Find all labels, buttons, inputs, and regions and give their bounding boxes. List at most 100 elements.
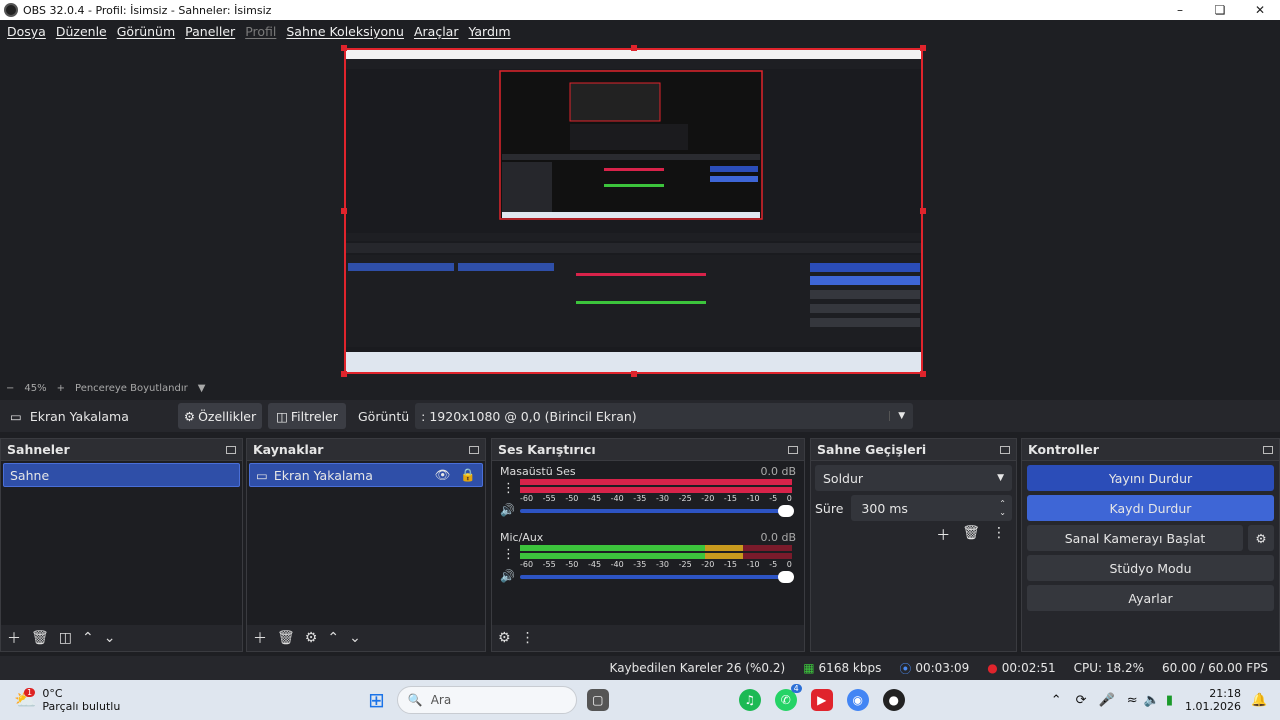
- menu-paneller[interactable]: Paneller: [180, 24, 240, 39]
- resize-handle[interactable]: [920, 45, 926, 51]
- speaker-icon[interactable]: 🔊: [500, 503, 515, 517]
- resize-handle[interactable]: [341, 45, 347, 51]
- media-app-icon[interactable]: ▶: [810, 689, 833, 711]
- menu-dosya[interactable]: Dosya: [2, 24, 51, 39]
- resize-handle[interactable]: [631, 45, 637, 51]
- settings-button[interactable]: Ayarlar: [1027, 585, 1274, 611]
- sync-icon[interactable]: ⟳: [1076, 693, 1087, 708]
- windows-start-icon[interactable]: ⊞: [368, 688, 385, 712]
- menu-yardim[interactable]: Yardım: [463, 24, 515, 39]
- sources-toolbar: ＋ 🗑 ⚙ ⌃ ⌄: [247, 625, 485, 651]
- volume-knob[interactable]: [778, 571, 794, 583]
- gear-icon[interactable]: ⚙: [305, 630, 318, 646]
- weather-widget[interactable]: ⛅ 1 0°C Parçalı bulutlu: [0, 687, 200, 713]
- resize-handle[interactable]: [920, 208, 926, 214]
- transitions-body: Soldur ▼ Süre 300 ms ⌃ ⌄ ＋ 🗑 ⋮: [811, 461, 1016, 625]
- volume-slider[interactable]: [520, 505, 794, 517]
- minimize-icon[interactable]: –: [1160, 0, 1200, 20]
- menu-sahne-koleksiyonu[interactable]: Sahne Koleksiyonu: [281, 24, 409, 39]
- lock-icon[interactable]: 🔒: [460, 467, 476, 483]
- stop-record-button[interactable]: Kaydı Durdur: [1027, 495, 1274, 521]
- trash-icon[interactable]: 🗑: [277, 630, 295, 646]
- zoom-out-button[interactable]: −: [6, 383, 14, 394]
- chevron-up-icon[interactable]: ⌃: [82, 630, 94, 646]
- chevron-down-icon[interactable]: ⌄: [104, 630, 116, 646]
- controls-dock: Kontroller Yayını Durdur Kaydı Durdur Sa…: [1021, 438, 1280, 652]
- notification-bell-icon[interactable]: 🔔: [1251, 693, 1267, 708]
- chrome-icon[interactable]: ◉: [846, 689, 869, 711]
- source-item[interactable]: ▭ Ekran Yakalama 👁 🔒: [249, 463, 483, 487]
- kebab-menu-icon[interactable]: ⋮: [521, 630, 535, 646]
- trash-icon[interactable]: 🗑: [31, 630, 49, 646]
- volume-slider[interactable]: [520, 571, 794, 583]
- properties-button[interactable]: ⚙ Özellikler: [178, 403, 262, 429]
- chevron-up-icon[interactable]: ⌃: [327, 630, 339, 646]
- obs-taskbar-icon[interactable]: ●: [882, 689, 905, 711]
- scenes-title: Sahneler: [7, 442, 70, 457]
- add-icon[interactable]: ＋: [7, 628, 21, 648]
- resize-handle[interactable]: [341, 371, 347, 377]
- start-virtual-camera-button[interactable]: Sanal Kamerayı Başlat: [1027, 525, 1243, 551]
- channel-name: Masaüstü Ses: [500, 465, 576, 478]
- resize-handle[interactable]: [920, 371, 926, 377]
- resize-handle[interactable]: [631, 371, 637, 377]
- trash-icon[interactable]: 🗑: [962, 525, 980, 545]
- spin-arrows-icon[interactable]: ⌃ ⌄: [999, 499, 1006, 517]
- undock-icon[interactable]: [226, 445, 236, 454]
- menu-araclar[interactable]: Araçlar: [409, 24, 464, 39]
- virtual-camera-gear-icon[interactable]: ⚙: [1248, 525, 1274, 551]
- resize-handle[interactable]: [341, 208, 347, 214]
- transition-select[interactable]: Soldur ▼: [815, 465, 1012, 491]
- kebab-menu-icon[interactable]: ⋮: [502, 481, 515, 496]
- whatsapp-icon[interactable]: ✆ 4: [774, 684, 802, 711]
- filter-icon[interactable]: ◫: [59, 630, 72, 646]
- task-view-icon[interactable]: ▢: [586, 689, 609, 711]
- undock-icon[interactable]: [469, 445, 479, 454]
- clock[interactable]: 21:18 1.01.2026: [1185, 687, 1241, 713]
- maximize-icon[interactable]: ❏: [1200, 0, 1240, 20]
- chevron-down-icon[interactable]: ⌄: [349, 630, 361, 646]
- chevron-up-icon[interactable]: ⌃: [1051, 693, 1062, 708]
- undock-icon[interactable]: [1263, 445, 1273, 454]
- kebab-menu-icon[interactable]: ⋮: [502, 547, 515, 562]
- taskbar-search[interactable]: 🔍 Ara: [396, 686, 577, 714]
- preview-area[interactable]: [0, 42, 1280, 380]
- add-icon[interactable]: ＋: [936, 525, 950, 545]
- display-select[interactable]: : 1920x1080 @ 0,0 (Birincil Ekran) ▼: [415, 403, 914, 429]
- channel-db: 0.0 dB: [760, 465, 796, 478]
- scenes-toolbar: ＋ 🗑 ◫ ⌃ ⌄: [1, 625, 242, 651]
- wifi-icon[interactable]: ≈: [1127, 693, 1138, 708]
- menu-gorunum[interactable]: Görünüm: [112, 24, 180, 39]
- fit-to-window-label[interactable]: Pencereye Boyutlandır: [75, 383, 188, 394]
- eye-icon[interactable]: 👁: [435, 467, 451, 483]
- chevron-down-icon[interactable]: ▼: [198, 383, 206, 394]
- stop-stream-button[interactable]: Yayını Durdur: [1027, 465, 1274, 491]
- menu-duzenle[interactable]: Düzenle: [51, 24, 112, 39]
- microphone-icon[interactable]: 🎤: [1099, 693, 1115, 708]
- studio-mode-button[interactable]: Stüdyo Modu: [1027, 555, 1274, 581]
- weather-desc: Parçalı bulutlu: [42, 700, 121, 713]
- scene-item[interactable]: Sahne: [3, 463, 240, 487]
- monitor-icon: ▭: [10, 408, 22, 424]
- advanced-audio-gear-icon[interactable]: ⚙: [498, 630, 511, 646]
- zoom-in-button[interactable]: +: [57, 383, 65, 394]
- add-icon[interactable]: ＋: [253, 628, 267, 648]
- dropped-frames: Kaybedilen Kareler 26 (%0.2): [609, 661, 786, 675]
- undock-icon[interactable]: [788, 445, 798, 454]
- fps: 60.00 / 60.00 FPS: [1162, 661, 1268, 675]
- volume-knob[interactable]: [778, 505, 794, 517]
- speaker-icon[interactable]: 🔊: [500, 569, 515, 583]
- kebab-menu-icon[interactable]: ⋮: [992, 525, 1006, 545]
- preview-source-frame[interactable]: [344, 48, 923, 374]
- title-bar: OBS 32.0.4 - Profil: İsimsiz - Sahneler:…: [0, 0, 1280, 20]
- undock-icon[interactable]: [1000, 445, 1010, 454]
- zoom-bar: − 45% + Pencereye Boyutlandır ▼: [0, 380, 1280, 396]
- obs-logo-icon: [4, 3, 18, 17]
- duration-spinbox[interactable]: 300 ms ⌃ ⌄: [851, 495, 1012, 521]
- battery-icon[interactable]: ▮: [1166, 693, 1173, 708]
- close-icon[interactable]: ✕: [1240, 0, 1280, 20]
- filters-button[interactable]: ◫ Filtreler: [268, 403, 346, 429]
- sources-dock-header: Kaynaklar: [247, 439, 485, 461]
- spotify-icon[interactable]: ♫: [738, 689, 761, 711]
- volume-icon[interactable]: 🔈: [1144, 693, 1160, 708]
